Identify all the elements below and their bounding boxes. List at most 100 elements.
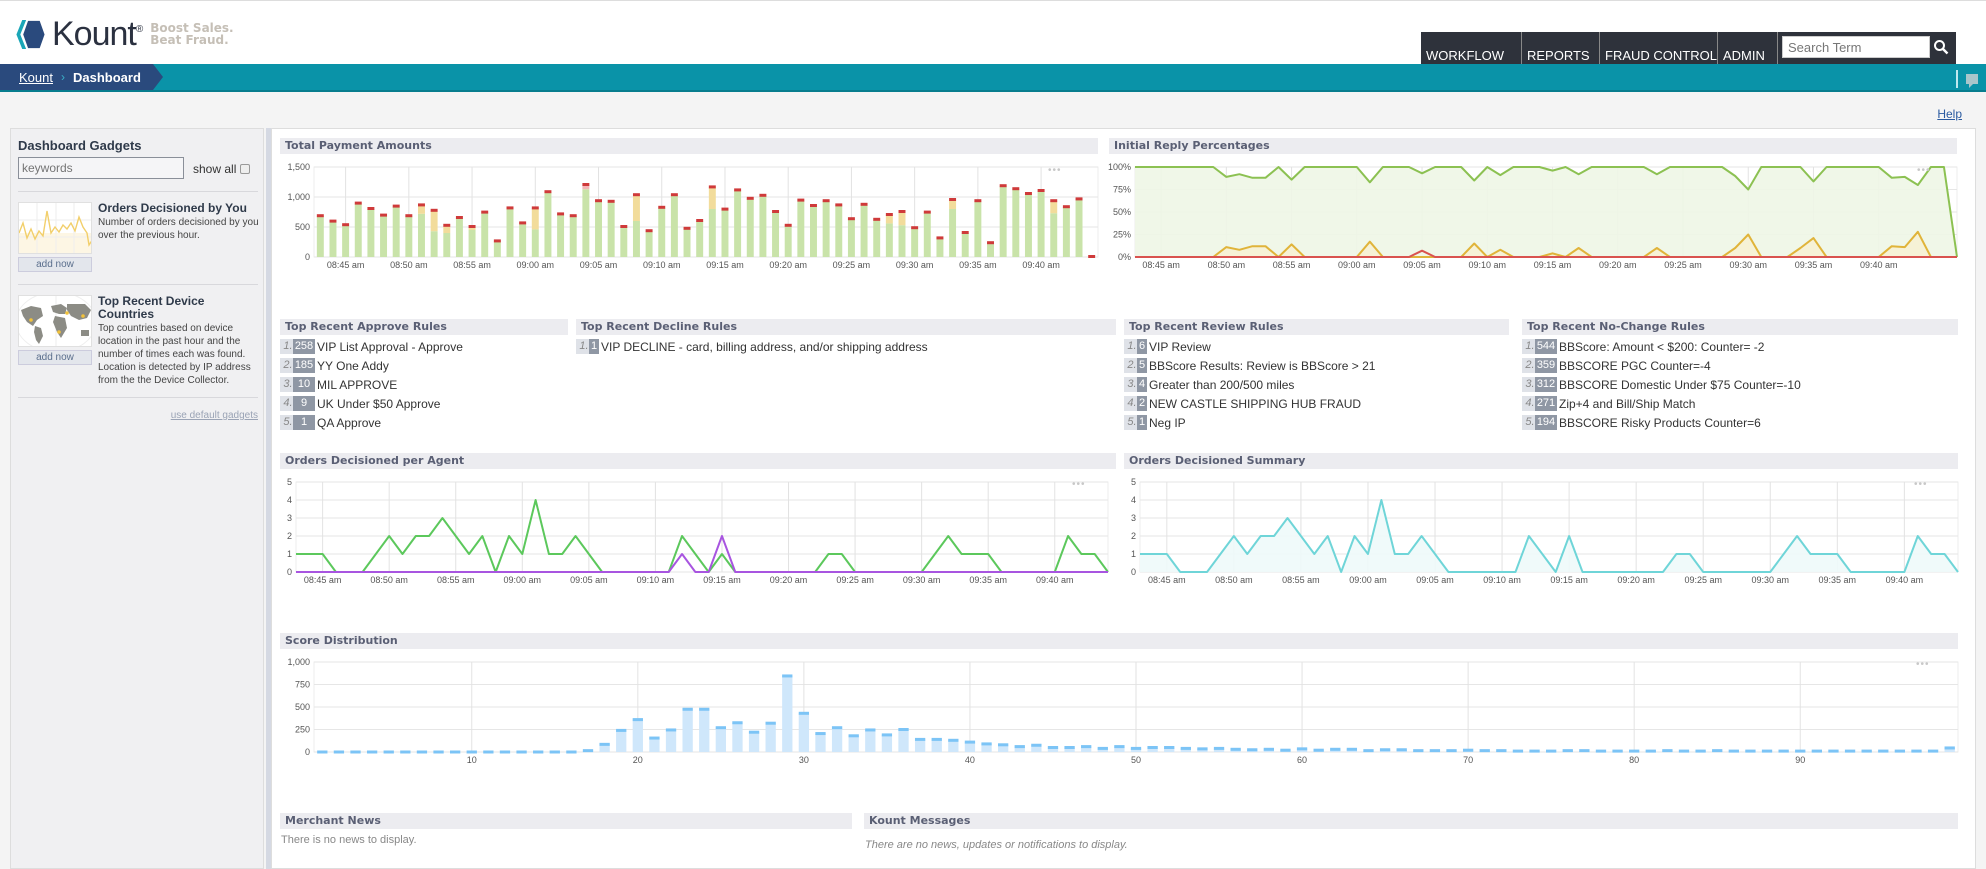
summary-chart: 0 1 2 3 4 5 08:45 am 08:50 am 08:55 am 09:00 am 09… [1131, 477, 1959, 585]
x-tick-label: 08:50 am [390, 260, 428, 270]
add-now-button[interactable]: add now [18, 257, 92, 272]
score-bar-cap [1944, 746, 1955, 750]
y-tick-label: 1,500 [287, 162, 310, 172]
bar-approve [784, 225, 792, 257]
rule-row[interactable]: 3. 4 Greater than 200/500 miles [1124, 375, 1509, 394]
score-bar-cap [1778, 749, 1789, 753]
bar-approve [936, 238, 944, 257]
nav-admin[interactable]: ADMIN [1718, 32, 1778, 65]
add-now-button[interactable]: add now [18, 350, 92, 365]
bar-cap [1050, 199, 1058, 203]
rule-name[interactable]: QA Approve [317, 416, 381, 430]
panel-title-per-agent: Orders Decisioned per Agent [280, 453, 1116, 469]
rule-row[interactable]: 4. 271 Zip+4 and Bill/Ship Match [1522, 394, 1958, 413]
rule-row[interactable]: 2. 359 BBSCORE PGC Counter=-4 [1522, 356, 1958, 375]
chat-icon[interactable] [1966, 74, 1978, 88]
rule-row[interactable]: 5. 194 BBSCORE Risky Products Counter=6 [1522, 413, 1958, 432]
more-options-icon[interactable]: ••• [1914, 479, 1928, 490]
breadcrumb-separator-icon: › [60, 70, 65, 84]
nav-fraud-control[interactable]: FRAUD CONTROL [1600, 32, 1718, 65]
rule-name[interactable]: YY One Addy [317, 359, 389, 373]
rule-rank: 5. [1124, 415, 1137, 430]
x-tick-label: 09:15 am [703, 575, 741, 585]
bar-cap [734, 188, 742, 192]
rule-name[interactable]: Zip+4 and Bill/Ship Match [1559, 397, 1695, 411]
rule-name[interactable]: BBSCORE Domestic Under $75 Counter=-10 [1559, 378, 1801, 392]
bar-cap [847, 217, 855, 221]
rule-row[interactable]: 4. 2 NEW CASTLE SHIPPING HUB FRAUD [1124, 394, 1509, 413]
bar-review [949, 200, 957, 209]
rule-row[interactable]: 1. 258 VIP List Approval - Approve [280, 337, 568, 356]
rule-name[interactable]: BBScore Results: Review is BBScore > 21 [1149, 359, 1375, 373]
use-default-gadgets-link[interactable]: use default gadgets [171, 410, 258, 421]
bar-approve [999, 186, 1007, 257]
rule-row[interactable]: 1. 6 VIP Review [1124, 337, 1509, 356]
rule-name[interactable]: VIP Review [1149, 340, 1211, 354]
bar-approve [847, 219, 855, 257]
rule-row[interactable]: 3. 10 MIL APPROVE [280, 375, 568, 394]
score-bar-cap [1911, 749, 1922, 753]
x-tick-label: 08:50 am [1208, 260, 1246, 270]
score-bar-cap [516, 750, 527, 754]
rule-row[interactable]: 5. 1 Neg IP [1124, 413, 1509, 432]
x-tick-label: 30 [799, 755, 809, 765]
kount-logo[interactable]: Kount® Boost Sales. Beat Fraud. [14, 17, 234, 51]
rule-name[interactable]: MIL APPROVE [317, 378, 397, 392]
rule-row[interactable]: 3. 312 BBSCORE Domestic Under $75 Counter=… [1522, 375, 1958, 394]
score-bar [898, 729, 909, 752]
rule-rank: 2. [1124, 358, 1137, 373]
rule-name[interactable]: BBSCORE PGC Counter=-4 [1559, 359, 1711, 373]
initial-reply-chart: 0% 25% 50% 75% 100% 08:45 am 08:50 am 08:55 am 0… [1108, 162, 1958, 270]
rule-row[interactable]: 1. 1 VIP DECLINE - card, billing address, … [576, 337, 1116, 356]
show-all-checkbox[interactable] [240, 164, 251, 174]
rule-name[interactable]: Neg IP [1149, 416, 1186, 430]
rule-row[interactable]: 2. 185 YY One Addy [280, 356, 568, 375]
rule-name[interactable]: UK Under $50 Approve [317, 397, 440, 411]
rule-row[interactable]: 1. 544 BBScore: Amount < $200: Counter= -2 [1522, 337, 1958, 356]
rule-name[interactable]: BBSCORE Risky Products Counter=6 [1559, 416, 1761, 430]
y-tick-label: 75% [1113, 185, 1131, 195]
bar-cap [582, 183, 590, 186]
more-options-icon[interactable]: ••• [1916, 659, 1930, 670]
bar-approve [987, 243, 994, 257]
rule-name[interactable]: BBScore: Amount < $200: Counter= -2 [1559, 340, 1764, 354]
score-bar-cap [450, 750, 461, 754]
score-bar-cap [1147, 746, 1158, 749]
bar-cap [316, 214, 324, 218]
score-bar-cap [1878, 749, 1889, 753]
global-search [1778, 32, 1956, 65]
rule-name[interactable]: Greater than 200/500 miles [1149, 378, 1294, 392]
rule-row[interactable]: 2. 5 BBScore Results: Review is BBScore > … [1124, 356, 1509, 375]
breadcrumb-kount-link[interactable]: Kount [19, 70, 53, 85]
bar-cap [961, 231, 969, 234]
rule-row[interactable]: 4. 9 UK Under $50 Approve [280, 394, 568, 413]
help-link[interactable]: Help [1937, 107, 1962, 121]
rule-name[interactable]: VIP DECLINE - card, billing address, and… [601, 340, 928, 354]
search-input[interactable] [1782, 36, 1930, 58]
kount-messages-empty: There are no news, updates or notificati… [865, 839, 1128, 851]
score-bar [914, 739, 926, 752]
rule-name[interactable]: VIP List Approval - Approve [317, 340, 463, 354]
bar-approve [696, 221, 704, 257]
more-options-icon[interactable]: ••• [1048, 165, 1062, 176]
x-tick-label: 09:35 am [959, 260, 997, 270]
bar-approve [822, 201, 830, 257]
nav-workflow[interactable]: WORKFLOW [1421, 32, 1522, 65]
bar-approve [974, 201, 982, 257]
rule-count-badge: 185 [293, 358, 315, 373]
rule-name[interactable]: NEW CASTLE SHIPPING HUB FRAUD [1149, 397, 1361, 411]
show-all-toggle[interactable]: show all [193, 162, 251, 176]
search-icon[interactable] [1930, 36, 1952, 58]
bar-approve [1050, 213, 1058, 257]
score-bar [931, 739, 942, 752]
score-bar-cap [1263, 747, 1274, 751]
gadget-keyword-input[interactable] [18, 157, 184, 179]
bar-approve [772, 212, 780, 257]
more-options-icon[interactable]: ••• [1072, 479, 1086, 490]
nav-reports[interactable]: REPORTS [1522, 32, 1600, 65]
rule-row[interactable]: 5. 1 QA Approve [280, 413, 568, 432]
bar-cap [367, 207, 375, 210]
more-options-icon[interactable]: ••• [1917, 165, 1931, 176]
panel-title-review-rules: Top Recent Review Rules [1124, 319, 1509, 335]
score-bar-cap [1230, 747, 1241, 751]
